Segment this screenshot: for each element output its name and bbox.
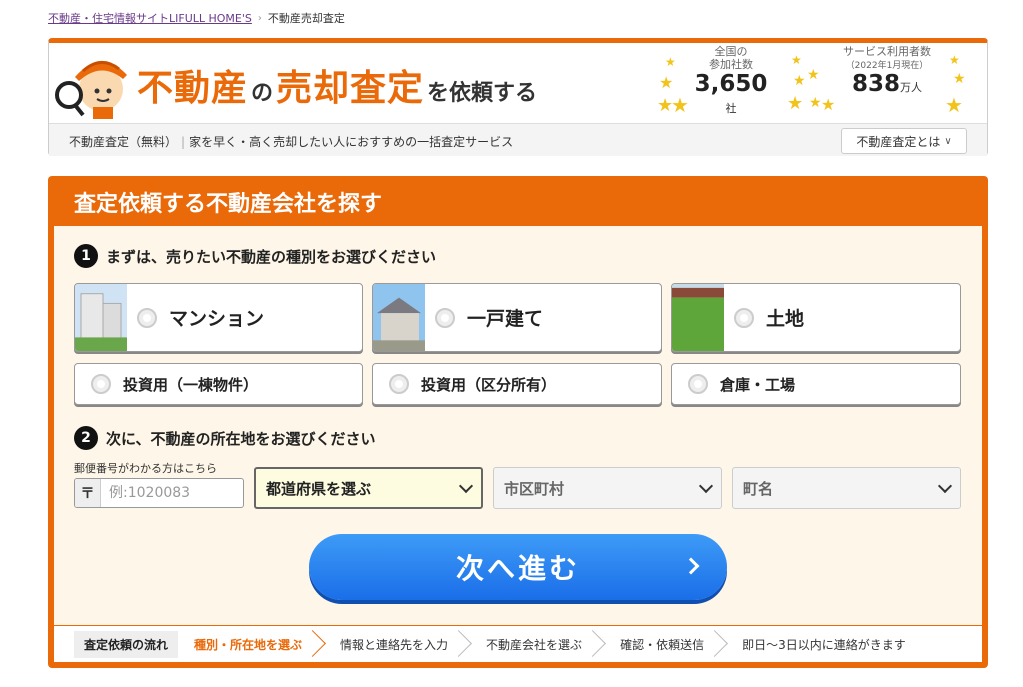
flow-step: 種別・所在地を選ぶ: [178, 626, 324, 662]
postal-mark-icon: 〒: [75, 479, 101, 507]
mansion-photo: [75, 284, 127, 351]
star-icon: ★: [809, 95, 822, 111]
town-select[interactable]: 町名: [732, 467, 961, 509]
chevron-right-icon: [682, 557, 700, 575]
chevron-down-icon: [937, 478, 953, 493]
service-header: 不動産 の 売却査定 を依頼する ★ ★ ★ ★ 全国の 参加社数 3,650社…: [48, 38, 988, 156]
mascot-detective-icon: [55, 61, 127, 119]
chevron-down-icon: [698, 478, 714, 493]
star-icon: ★: [949, 53, 960, 67]
star-icon: ★: [659, 73, 674, 92]
service-description: 不動産査定（無料） | 家を早く・高く売却したい人におすすめの一括査定サービス: [69, 135, 514, 149]
search-panel: 査定依頼する不動産会社を探す 1 まずは、売りたい不動産の種別をお選びください …: [48, 176, 988, 668]
prefecture-select[interactable]: 都道府県を選ぶ: [254, 467, 483, 509]
search-panel-title: 査定依頼する不動産会社を探す: [74, 192, 383, 217]
star-icon: ★: [665, 55, 676, 69]
flow-step: 不動産会社を選ぶ: [470, 626, 604, 662]
radio-icon: [435, 307, 455, 328]
stat-participating-companies: 全国の 参加社数 3,650社: [694, 45, 768, 115]
flow-step: 即日～3日以内に連絡がきます: [742, 637, 906, 652]
header-description-bar: 不動産査定（無料） | 家を早く・高く売却したい人におすすめの一括査定サービス 不動…: [49, 123, 987, 156]
star-icon: ★: [807, 67, 820, 83]
city-select[interactable]: 市区町村: [493, 467, 722, 509]
breadcrumb-home-link[interactable]: 不動産・住宅情報サイトLIFULL HOME'S: [48, 10, 252, 26]
radio-icon: [137, 307, 157, 328]
star-icon: ★: [793, 73, 806, 89]
breadcrumb-current: 不動産売却査定: [267, 12, 345, 25]
land-photo: [672, 284, 724, 351]
house-photo: [373, 284, 425, 351]
star-icon: ★: [787, 93, 804, 114]
type-investment-unit-button[interactable]: 投資用（区分所有）: [372, 363, 662, 405]
request-flow: 査定依頼の流れ 種別・所在地を選ぶ 情報と連絡先を入力 不動産会社を選ぶ 確認・…: [54, 626, 982, 662]
step-2-heading: 2 次に、不動産の所在地をお選びください: [74, 426, 376, 450]
star-icon: ★: [945, 93, 963, 117]
step-1-heading: 1 まずは、売りたい不動産の種別をお選びください: [74, 244, 436, 268]
chevron-down-icon: ∨: [944, 135, 952, 147]
breadcrumb-separator-icon: ›: [257, 12, 262, 24]
next-button[interactable]: 次へ進む: [309, 534, 727, 600]
flow-step: 情報と連絡先を入力: [324, 626, 470, 662]
type-investment-building-button[interactable]: 投資用（一棟物件）: [74, 363, 363, 405]
radio-icon: [389, 374, 409, 394]
breadcrumb: 不動産・住宅情報サイトLIFULL HOME'S › 不動産売却査定: [48, 10, 345, 26]
radio-icon: [734, 307, 754, 328]
star-icon: ★: [953, 71, 966, 87]
star-icon: ★: [821, 95, 836, 114]
zip-label: 郵便番号がわかる方はこちら: [74, 462, 217, 475]
flow-heading: 査定依頼の流れ: [74, 630, 179, 658]
zip-field: 〒: [74, 478, 244, 508]
about-appraisal-button[interactable]: 不動産査定とは ∨: [841, 128, 967, 154]
type-house-button[interactable]: 一戸建て: [372, 283, 662, 352]
header-top: 不動産 の 売却査定 を依頼する ★ ★ ★ ★ 全国の 参加社数 3,650社…: [49, 43, 987, 121]
radio-icon: [688, 374, 708, 394]
star-icon: ★: [791, 53, 802, 67]
type-mansion-button[interactable]: マンション: [74, 283, 363, 352]
chevron-down-icon: [458, 478, 474, 493]
flow-step: 確認・依頼送信: [604, 626, 726, 662]
step-2-number: 2: [74, 426, 98, 450]
radio-icon: [91, 374, 111, 394]
type-warehouse-button[interactable]: 倉庫・工場: [671, 363, 961, 405]
search-panel-body: 1 まずは、売りたい不動産の種別をお選びください マンション 一戸建て 土地 投…: [54, 226, 982, 625]
page-title: 不動産 の 売却査定 を依頼する: [137, 68, 538, 109]
stat-service-users: サービス利用者数 （2022年1月現在） 838万人: [843, 45, 931, 97]
step-1-number: 1: [74, 244, 98, 268]
zip-input[interactable]: [101, 485, 241, 501]
star-icon: ★: [671, 93, 689, 117]
type-land-button[interactable]: 土地: [671, 283, 961, 352]
